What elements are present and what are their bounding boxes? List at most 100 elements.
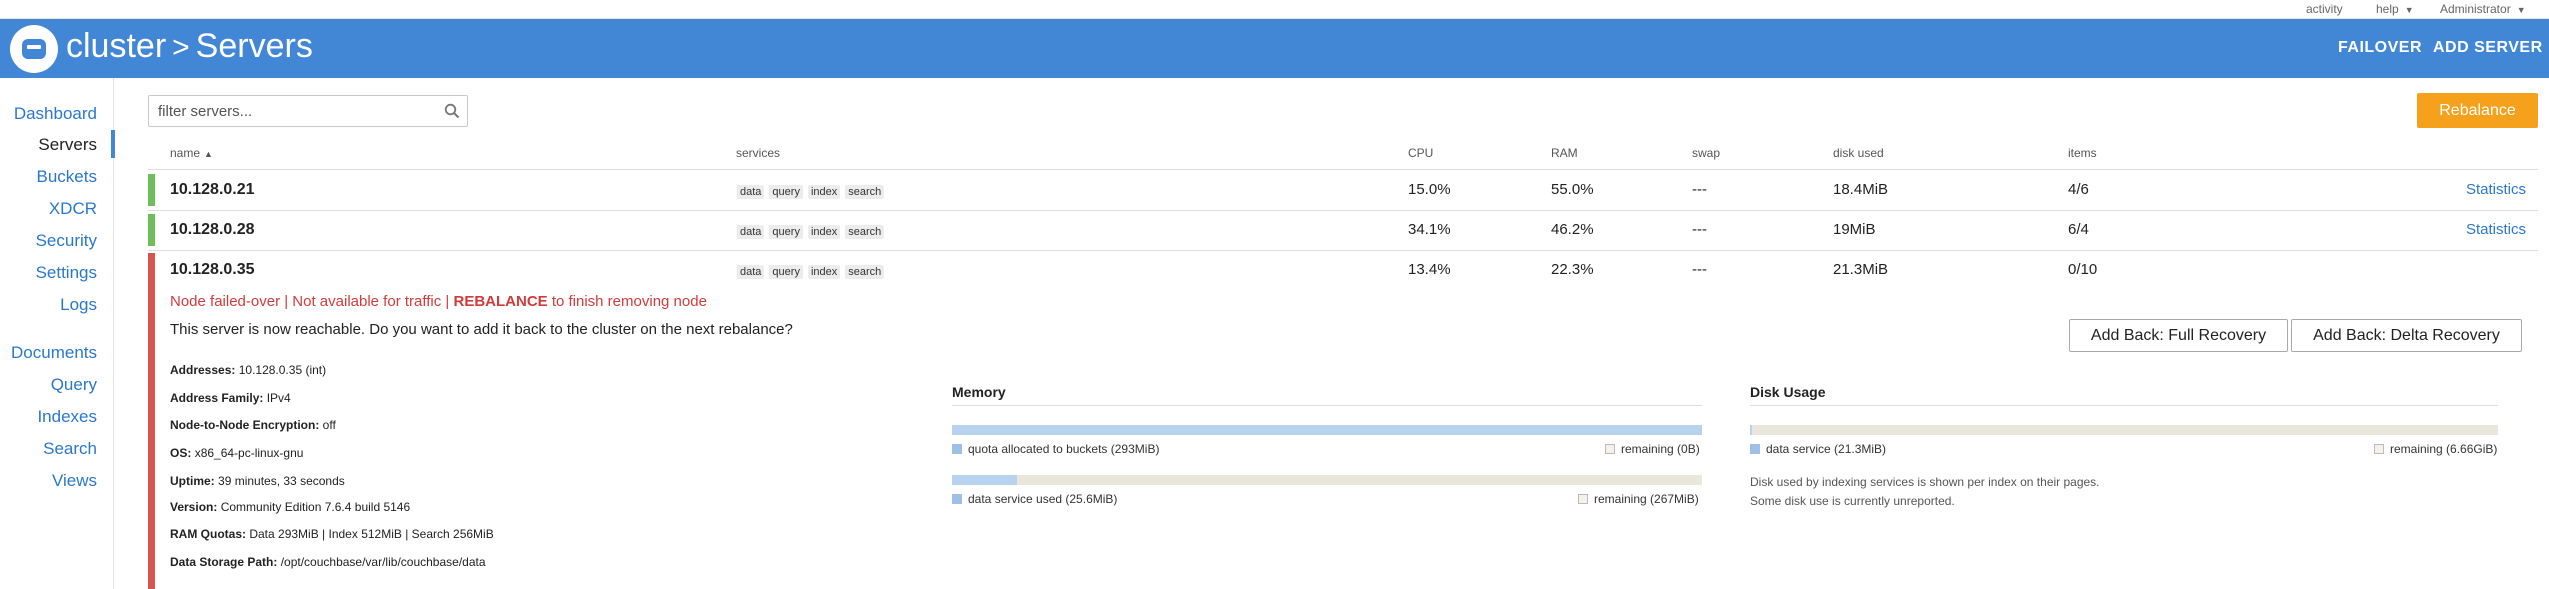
cpu-value: 13.4%: [1408, 261, 1451, 278]
service-tag: query: [769, 225, 803, 239]
detail-version: Version: Community Edition 7.6.4 build 5…: [170, 500, 410, 514]
couchbase-logo-icon[interactable]: [10, 25, 58, 73]
legend-label: data service used (25.6MiB): [968, 492, 1118, 506]
sidebar-item-dashboard[interactable]: Dashboard: [14, 104, 97, 124]
detail-address-family: Address Family: IPv4: [170, 391, 291, 405]
filter-box: [148, 95, 468, 127]
add-back-delta-recovery-button[interactable]: Add Back: Delta Recovery: [2291, 319, 2522, 352]
swap-value: ---: [1692, 221, 1707, 238]
col-header-ram[interactable]: RAM: [1551, 146, 1578, 160]
memory-used-bar: [952, 475, 1702, 485]
sidebar-item-settings[interactable]: Settings: [36, 263, 97, 283]
detail-ram-quotas: RAM Quotas: Data 293MiB | Index 512MiB |…: [170, 527, 494, 541]
activity-link[interactable]: activity: [2306, 2, 2343, 16]
breadcrumb-cluster[interactable]: cluster: [66, 27, 166, 65]
detail-label: Version:: [170, 500, 218, 514]
reachable-question: This server is now reachable. Do you wan…: [170, 321, 793, 338]
sidebar-item-documents[interactable]: Documents: [11, 343, 97, 363]
sidebar-item-search[interactable]: Search: [43, 439, 97, 459]
detail-os: OS: x86_64-pc-linux-gnu: [170, 446, 303, 460]
col-header-swap[interactable]: swap: [1692, 146, 1720, 160]
disk-value: 21.3MiB: [1833, 261, 1889, 278]
cpu-value: 34.1%: [1408, 221, 1451, 238]
failover-warning: Node failed-over | Not available for tra…: [170, 293, 707, 310]
col-header-name[interactable]: name ▲: [170, 146, 213, 160]
status-indicator: [148, 214, 155, 246]
col-name-label: name: [170, 146, 201, 160]
col-header-items[interactable]: items: [2068, 146, 2097, 160]
swap-value: ---: [1692, 261, 1707, 278]
memory-used-fill: [952, 475, 1018, 485]
sidebar-item-servers[interactable]: Servers: [38, 135, 97, 155]
divider: [1750, 405, 2498, 406]
ram-value: 55.0%: [1551, 181, 1594, 198]
detail-label: OS:: [170, 446, 192, 460]
service-tag: search: [845, 185, 885, 199]
divider: [148, 169, 2538, 170]
detail-value: 10.128.0.35 (int): [238, 363, 327, 377]
services-list: data query index search: [737, 222, 889, 240]
disk-data-service-legend: data service (21.3MiB): [1750, 442, 1886, 456]
failover-button[interactable]: FAILOVER: [2338, 39, 2422, 57]
server-name: 10.128.0.21: [170, 181, 255, 198]
table-row-failed[interactable]: 10.128.0.35 data query index search 13.4% 2…: [148, 251, 2538, 289]
detail-uptime: Uptime: 39 minutes, 33 seconds: [170, 474, 345, 488]
service-tag: index: [807, 185, 841, 199]
legend-swatch: [952, 444, 962, 454]
add-back-full-recovery-button[interactable]: Add Back: Full Recovery: [2069, 319, 2288, 352]
add-server-button[interactable]: ADD SERVER: [2433, 39, 2543, 57]
table-row[interactable]: 10.128.0.21 data query index search 15.0% 5…: [148, 171, 2538, 209]
statistics-link[interactable]: Statistics: [2466, 221, 2526, 238]
chevron-down-icon: ▼: [2516, 5, 2526, 15]
breadcrumb-separator: >: [172, 31, 190, 64]
detail-value: Community Edition 7.6.4 build 5146: [220, 500, 411, 514]
filter-servers-input[interactable]: [149, 96, 439, 126]
legend-swatch: [2374, 444, 2384, 454]
sidebar-item-security[interactable]: Security: [36, 231, 97, 251]
status-indicator: [148, 174, 155, 206]
server-name: 10.128.0.28: [170, 221, 255, 238]
sidebar-item-views[interactable]: Views: [52, 471, 97, 491]
items-value: 4/6: [2068, 181, 2089, 198]
search-icon[interactable]: [444, 103, 460, 119]
user-menu[interactable]: Administrator ▼: [2440, 2, 2526, 16]
warning-text: Node failed-over | Not available for tra…: [170, 293, 454, 310]
legend-swatch: [952, 494, 962, 504]
services-list: data query index search: [737, 182, 889, 200]
detail-data-storage-path: Data Storage Path: /opt/couchbase/var/li…: [170, 555, 486, 569]
statistics-link[interactable]: Statistics: [2466, 181, 2526, 198]
failed-status-indicator: [148, 253, 155, 589]
sidebar-item-buckets[interactable]: Buckets: [37, 167, 97, 187]
disk-value: 19MiB: [1833, 221, 1876, 238]
data-service-remaining-legend: remaining (267MiB): [1578, 492, 1699, 506]
help-menu[interactable]: help ▼: [2376, 2, 2414, 16]
sidebar-item-xdcr[interactable]: XDCR: [49, 199, 97, 219]
legend-label: remaining (6.66GiB): [2390, 442, 2498, 456]
table-row[interactable]: 10.128.0.28 data query index search 34.1% 4…: [148, 211, 2538, 249]
items-value: 6/4: [2068, 221, 2089, 238]
legend-label: quota allocated to buckets (293MiB): [968, 442, 1160, 456]
sidebar-item-logs[interactable]: Logs: [60, 295, 97, 315]
breadcrumb: cluster > Servers: [66, 27, 313, 66]
sidebar-item-query[interactable]: Query: [51, 375, 97, 395]
help-label: help: [2376, 2, 2399, 16]
col-header-disk[interactable]: disk used: [1833, 146, 1884, 160]
col-header-cpu[interactable]: CPU: [1408, 146, 1433, 160]
services-list: data query index search: [737, 262, 889, 280]
service-tag: data: [737, 185, 765, 199]
app-header: cluster > Servers FAILOVER ADD SERVER: [0, 19, 2549, 78]
page-title: Servers: [195, 27, 313, 65]
disk-note-indexing: Disk used by indexing services is shown …: [1750, 475, 2100, 489]
disk-value: 18.4MiB: [1833, 181, 1889, 198]
warning-text: to finish removing node: [547, 293, 707, 310]
rebalance-link[interactable]: REBALANCE: [453, 293, 547, 310]
rebalance-button[interactable]: Rebalance: [2417, 93, 2538, 128]
memory-title: Memory: [952, 384, 1006, 400]
chevron-down-icon: ▼: [2404, 5, 2414, 15]
service-tag: data: [737, 265, 765, 279]
memory-quota-fill: [952, 425, 1702, 435]
detail-label: Address Family:: [170, 391, 264, 405]
service-tag: query: [769, 185, 803, 199]
sidebar-item-indexes[interactable]: Indexes: [37, 407, 97, 427]
memory-quota-bar: [952, 425, 1702, 435]
